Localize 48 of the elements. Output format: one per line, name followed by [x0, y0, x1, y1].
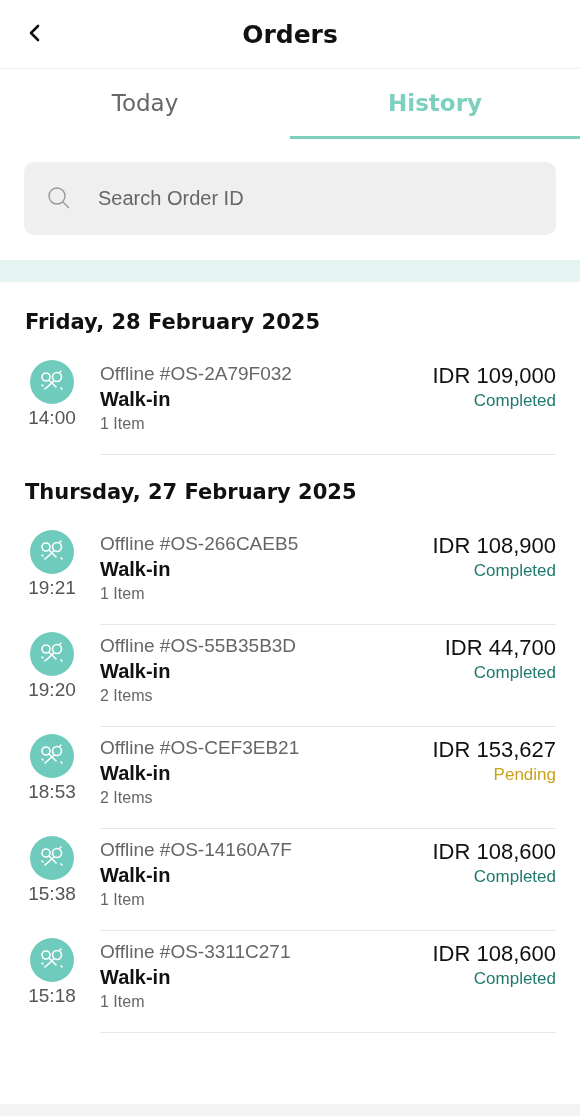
search-field[interactable]: Search Order ID — [24, 162, 556, 235]
order-total: IDR 153,627 — [432, 737, 556, 763]
order-total: IDR 44,700 — [444, 635, 556, 661]
order-status: Completed — [473, 969, 556, 989]
order-total: IDR 108,600 — [432, 941, 556, 967]
customer-name: Walk-in — [100, 558, 172, 581]
order-time: 14:00 — [28, 407, 76, 429]
customer-name: Walk-in — [100, 966, 172, 989]
page-title: Orders — [242, 19, 338, 49]
date-heading: Friday, 28 February 2025 — [24, 309, 322, 336]
order-time: 19:20 — [28, 679, 76, 701]
order-id: Offline #OS-266CAEB5 — [100, 533, 300, 555]
order-time: 18:53 — [28, 781, 76, 803]
order-id: Offline #OS-CEF3EB21 — [100, 737, 301, 759]
customer-name: Walk-in — [100, 762, 172, 785]
order-id: Offline #OS-3311C271 — [100, 941, 292, 963]
order-total: IDR 108,600 — [432, 839, 556, 865]
order-time: 15:18 — [28, 985, 76, 1007]
tab[interactable]: Today — [0, 69, 290, 139]
order-status: Completed — [473, 391, 556, 411]
order-total: IDR 109,000 — [432, 363, 556, 389]
order-id: Offline #OS-2A79F032 — [100, 363, 293, 385]
order-total: IDR 108,900 — [432, 533, 556, 559]
avatar-icon — [30, 938, 74, 982]
order-time: 19:21 — [28, 577, 76, 599]
search-icon — [46, 185, 72, 211]
order-status: Completed — [473, 663, 556, 683]
item-count: 2 Items — [100, 789, 154, 807]
customer-name: Walk-in — [100, 660, 172, 683]
item-count: 2 Items — [100, 687, 154, 705]
item-count: 1 Item — [100, 415, 146, 433]
order-status: Completed — [473, 867, 556, 887]
customer-name: Walk-in — [100, 864, 172, 887]
avatar-icon — [30, 836, 74, 880]
avatar-icon — [30, 530, 74, 574]
item-count: 1 Item — [100, 585, 146, 603]
avatar-icon — [30, 360, 74, 404]
date-heading: Thursday, 27 February 2025 — [24, 479, 358, 506]
item-count: 1 Item — [100, 891, 146, 909]
order-status: Pending — [493, 765, 556, 785]
order-id: Offline #OS-55B35B3D — [100, 635, 298, 657]
order-time: 15:38 — [28, 883, 76, 905]
avatar-icon — [30, 632, 74, 676]
customer-name: Walk-in — [100, 388, 172, 411]
order-status: Completed — [473, 561, 556, 581]
avatar-icon — [30, 734, 74, 778]
order-id: Offline #OS-14160A7F — [100, 839, 293, 861]
item-count: 1 Item — [100, 993, 146, 1011]
